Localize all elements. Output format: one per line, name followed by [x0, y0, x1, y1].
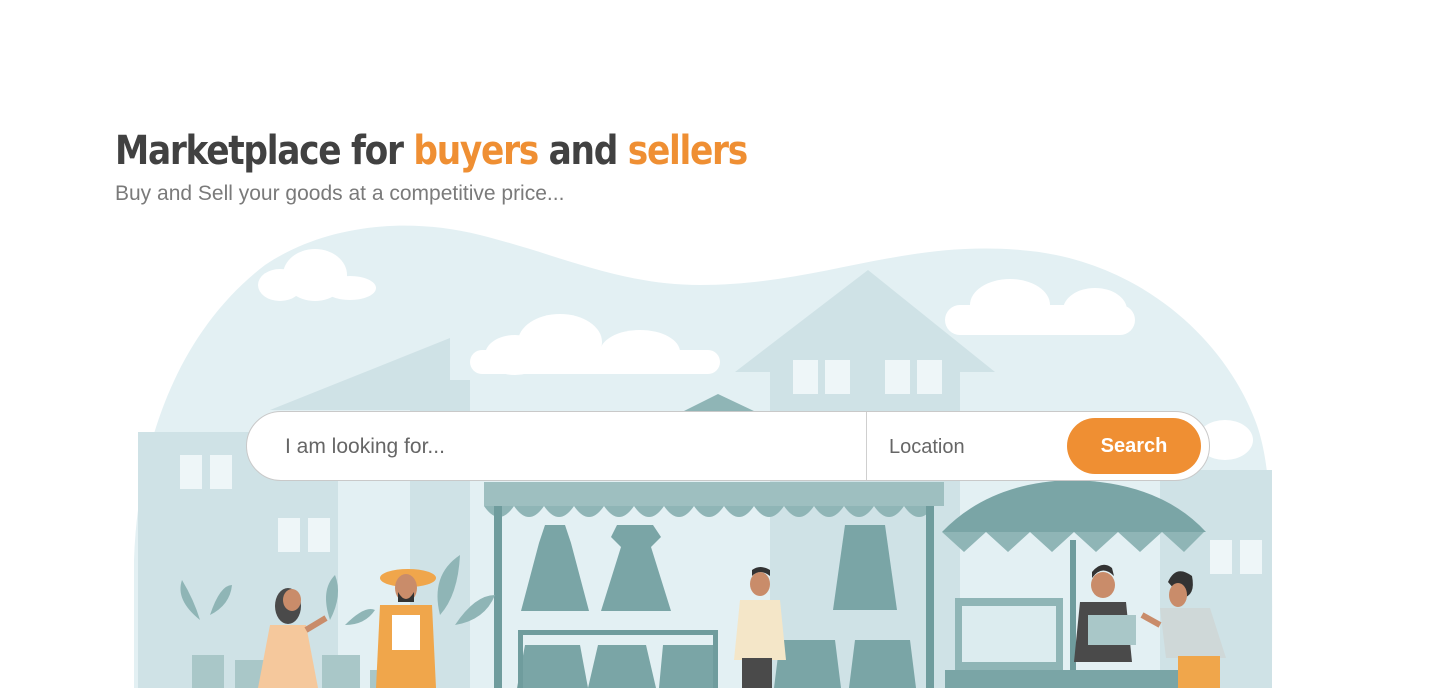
location-input[interactable] [887, 424, 1061, 470]
search-divider [866, 412, 867, 480]
search-bar: Search [246, 411, 1210, 481]
keyword-search-input[interactable] [283, 424, 857, 470]
search-button[interactable]: Search [1067, 418, 1201, 474]
marketplace-illustration [134, 225, 1273, 688]
